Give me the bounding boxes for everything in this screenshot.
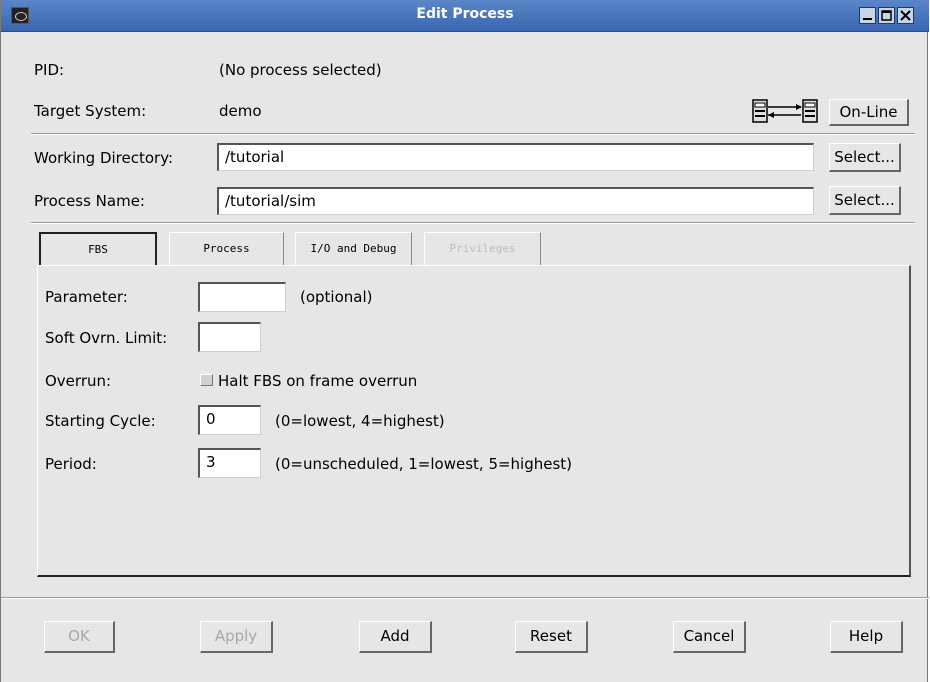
network-connection-icon (752, 98, 818, 124)
process-name-label: Process Name: (34, 192, 145, 210)
halt-fbs-checkbox-label: Halt FBS on frame overrun (218, 372, 418, 390)
soft-overrun-limit-input[interactable] (198, 322, 261, 352)
add-button[interactable]: Add (359, 621, 432, 653)
parameter-input[interactable] (198, 282, 286, 312)
separator (31, 222, 915, 224)
online-button[interactable]: On-Line (829, 99, 909, 126)
process-name-input[interactable]: /tutorial/sim (217, 187, 814, 215)
tab-io-and-debug[interactable]: I/O and Debug (295, 232, 412, 265)
tab-fbs[interactable]: FBS (39, 232, 157, 265)
starting-cycle-input[interactable]: 0 (198, 405, 261, 435)
starting-cycle-hint: (0=lowest, 4=highest) (275, 412, 445, 430)
maximize-icon[interactable] (878, 7, 895, 24)
working-directory-select-button[interactable]: Select... (829, 143, 901, 172)
help-button[interactable]: Help (830, 621, 903, 653)
fbs-tab-panel: Parameter: (optional) Soft Ovrn. Limit: … (37, 265, 911, 577)
process-name-select-button[interactable]: Select... (829, 186, 901, 215)
separator (1, 597, 929, 599)
separator (31, 133, 915, 135)
parameter-label: Parameter: (45, 288, 128, 306)
pid-label: PID: (34, 61, 65, 79)
period-hint: (0=unscheduled, 1=lowest, 5=highest) (275, 455, 573, 473)
window-title: Edit Process (416, 6, 514, 22)
cancel-button[interactable]: Cancel (673, 621, 746, 653)
close-icon[interactable] (897, 7, 914, 24)
working-directory-label: Working Directory: (34, 149, 174, 167)
title-bar[interactable]: Edit Process (1, 0, 929, 32)
period-input[interactable]: 3 (198, 448, 261, 478)
working-directory-input[interactable]: /tutorial (217, 143, 814, 171)
tab-process[interactable]: Process (169, 232, 284, 265)
soft-overrun-limit-label: Soft Ovrn. Limit: (45, 329, 168, 347)
minimize-icon[interactable] (859, 7, 876, 24)
pid-value: (No process selected) (219, 61, 382, 79)
apply-button[interactable]: Apply (200, 621, 273, 653)
target-system-value: demo (219, 102, 262, 120)
tab-privileges: Privileges (424, 232, 541, 265)
halt-fbs-checkbox[interactable] (200, 374, 213, 386)
reset-button[interactable]: Reset (515, 621, 588, 653)
period-label: Period: (45, 455, 97, 473)
parameter-hint: (optional) (300, 288, 373, 306)
ok-button[interactable]: OK (44, 621, 115, 653)
overrun-label: Overrun: (45, 372, 112, 390)
starting-cycle-label: Starting Cycle: (45, 412, 156, 430)
target-system-label: Target System: (34, 102, 147, 120)
edit-process-window: Edit Process PID: (No process selected) … (0, 0, 929, 682)
